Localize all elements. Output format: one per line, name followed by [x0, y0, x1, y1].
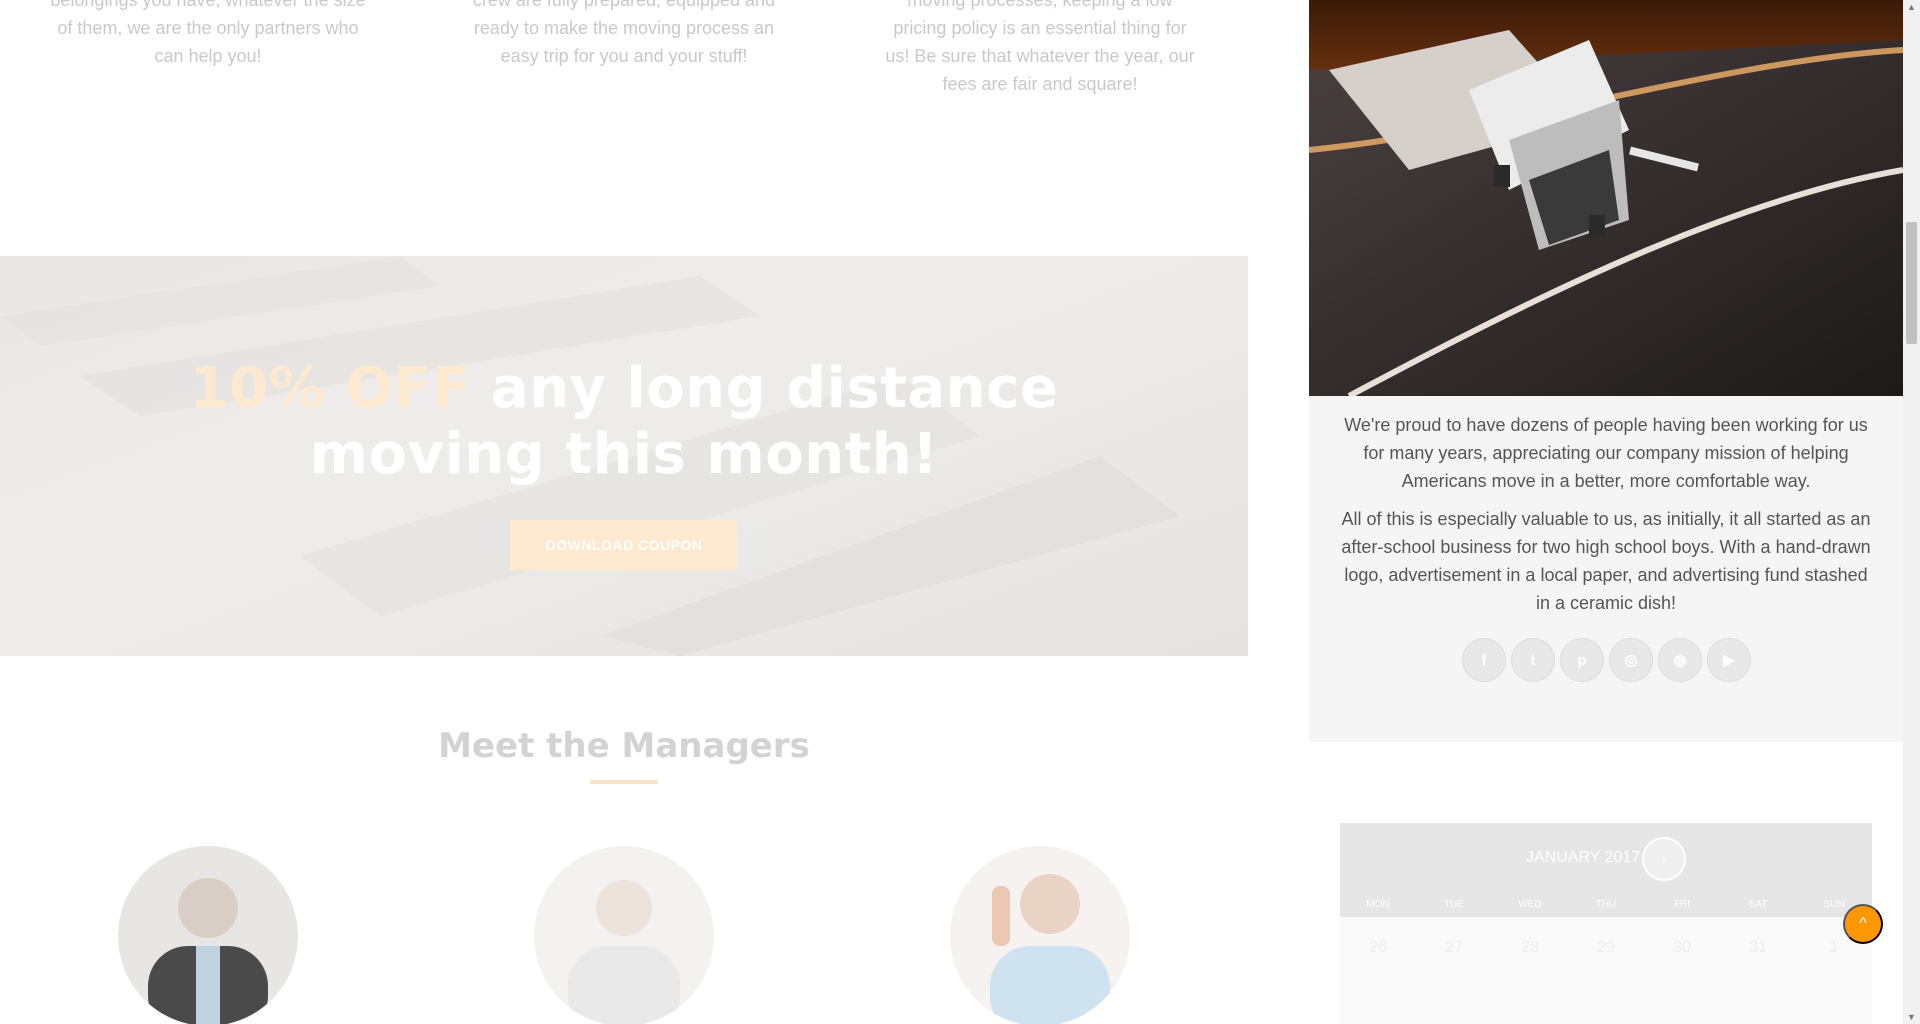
social-links: f t p ◎ ◍ ▶	[1462, 638, 1751, 682]
feature-text-3: moving processes, keeping a low pricing …	[885, 0, 1195, 94]
manager-avatar-3	[950, 846, 1130, 1024]
feature-text-2: crew are fully prepared, equipped and re…	[472, 0, 776, 66]
truck-on-highway-image	[1309, 0, 1903, 396]
calendar-date[interactable]: 26	[1340, 939, 1416, 957]
scrollbar-thumb[interactable]	[1906, 222, 1917, 344]
promo-title-line2: moving this month!	[309, 422, 939, 487]
manager-avatar-2	[534, 846, 714, 1024]
scroll-up-arrow-icon[interactable]: ▲	[1903, 0, 1920, 14]
calendar-date[interactable]: 29	[1568, 939, 1644, 957]
promo-title: 10% OFF any long distance moving this mo…	[0, 356, 1248, 488]
promo-title-line1: any long distance	[470, 356, 1059, 421]
calendar-date[interactable]: 30	[1644, 939, 1720, 957]
dribbble-icon[interactable]: ◍	[1658, 638, 1702, 682]
side-panel: We're proud to have dozens of people hav…	[1309, 0, 1903, 742]
twitter-icon[interactable]: t	[1511, 638, 1555, 682]
pinterest-icon[interactable]: p	[1560, 638, 1604, 682]
manager-photo-1	[148, 878, 268, 1024]
weekday-label: MON	[1366, 899, 1390, 910]
feature-text-1: belongings you have, whatever the size o…	[50, 0, 366, 66]
manager-photo-2	[568, 880, 680, 1024]
weekday-label: TUE	[1444, 899, 1464, 910]
calendar-date[interactable]: 27	[1416, 939, 1492, 957]
weekday-label: SAT	[1748, 899, 1768, 910]
instagram-icon[interactable]: ◎	[1609, 638, 1653, 682]
calendar-body	[1340, 917, 1872, 1024]
managers-section-title: Meet the Managers	[438, 726, 810, 766]
title-underline	[590, 780, 658, 784]
calendar-month-label: JANUARY 2017	[1526, 849, 1641, 866]
calendar-widget: JANUARY 2017 › MON TUE WED THU FRI SAT S…	[1340, 823, 1872, 1024]
download-coupon-button[interactable]: DOWNLOAD COUPON	[510, 520, 738, 570]
page-scrollbar[interactable]: ▲ ▼	[1903, 0, 1920, 1024]
main-content: belongings you have, whatever the size o…	[0, 0, 1248, 1024]
calendar-date[interactable]: 28	[1492, 939, 1568, 957]
calendar-header: JANUARY 2017 › MON TUE WED THU FRI SAT S…	[1340, 823, 1872, 917]
promo-banner: 10% OFF any long distance moving this mo…	[0, 256, 1248, 656]
weekday-label: FRI	[1673, 899, 1691, 910]
manager-photo-3	[990, 874, 1110, 1024]
truck-photo	[1309, 0, 1903, 396]
promo-accent: 10% OFF	[189, 356, 471, 421]
weekday-label: WED	[1518, 899, 1542, 910]
facebook-icon[interactable]: f	[1462, 638, 1506, 682]
weekday-label: THU	[1595, 899, 1617, 910]
calendar-next-button[interactable]: ›	[1642, 837, 1686, 881]
calendar-weekdays: MON TUE WED THU FRI SAT SUN	[1340, 899, 1872, 910]
scroll-down-arrow-icon[interactable]: ▼	[1903, 1010, 1920, 1024]
about-paragraph-2: All of this is especially valuable to us…	[1341, 509, 1871, 613]
calendar-week-row: 26 27 28 29 30 31 1	[1340, 939, 1872, 957]
youtube-icon[interactable]: ▶	[1707, 638, 1751, 682]
calendar-date[interactable]: 31	[1720, 939, 1796, 957]
back-to-top-button[interactable]: ^	[1843, 904, 1883, 944]
about-paragraph-1: We're proud to have dozens of people hav…	[1344, 415, 1868, 491]
manager-avatar-1	[118, 846, 298, 1024]
